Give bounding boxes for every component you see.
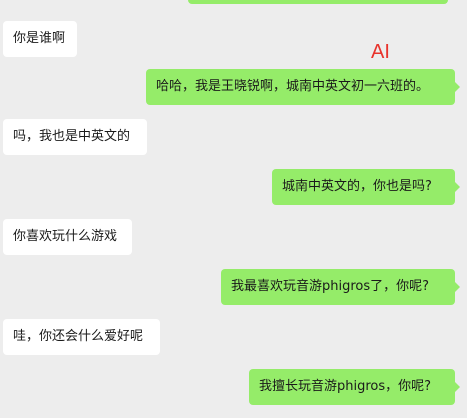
message-bubble-outgoing[interactable]: 我最喜欢玩音游phigros了，你呢? <box>221 269 460 305</box>
message-bubble-outgoing[interactable]: 哈哈，我是王晓锐啊，城南中英文初一六班的。 <box>146 69 460 105</box>
message-text: 城南中英文的，你也是吗? <box>282 179 432 194</box>
message-bubble-outgoing[interactable]: 我擅长玩音游phigros，你呢? <box>249 369 460 405</box>
message-bubble-incoming[interactable]: 哇，你还会什么爱好呢 <box>3 319 160 355</box>
message-text: 哈哈，我是王晓锐啊，城南中英文初一六班的。 <box>156 79 430 94</box>
message-text: 我擅长玩音游phigros，你呢? <box>259 379 432 394</box>
message-bubble-outgoing[interactable]: 城南中英文的，你也是吗? <box>272 169 460 205</box>
message-text: 你是谁啊 <box>13 31 66 46</box>
message-bubble-incoming[interactable]: 你是谁啊 <box>3 21 77 57</box>
message-text: 我最喜欢玩音游phigros了，你呢? <box>231 279 430 294</box>
message-bubble-incoming[interactable]: 你喜欢玩什么游戏 <box>3 219 132 255</box>
chat-area[interactable]: AI 你是谁啊 哈哈，我是王晓锐啊，城南中英文初一六班的。 吗，我也是中英文的 … <box>0 0 467 418</box>
message-text: 你喜欢玩什么游戏 <box>13 229 118 244</box>
message-bubble-incoming[interactable]: 吗，我也是中英文的 <box>3 119 147 155</box>
previous-message-bubble[interactable] <box>188 0 448 4</box>
message-text: 吗，我也是中英文的 <box>13 129 131 144</box>
ai-annotation-label: AI <box>371 41 390 63</box>
message-text: 哇，你还会什么爱好呢 <box>13 329 144 344</box>
